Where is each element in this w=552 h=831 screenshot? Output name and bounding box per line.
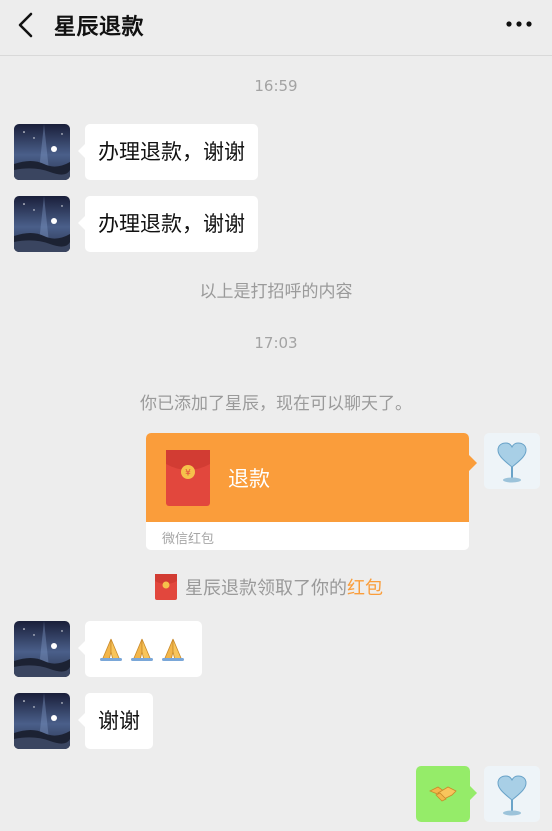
avatar[interactable] [14,693,70,749]
starry-desert-avatar [14,621,70,677]
message-bubble[interactable]: 办理退款，谢谢 [78,196,258,252]
my-emoji-message-bubble[interactable] [416,766,477,822]
red-packet-claim-note: 星辰退款领取了你的红包 [0,572,552,600]
message-bubble[interactable]: 谢谢 [78,693,153,749]
more-dots-icon [506,21,532,27]
avatar[interactable] [14,196,70,252]
claim-text: 星辰退款领取了你的红包 [185,574,383,600]
starry-desert-avatar [14,693,70,749]
pray-hands-emoji [100,638,122,661]
message-bubble[interactable]: 办理退款，谢谢 [78,124,258,180]
my-avatar[interactable] [484,766,540,822]
red-packet-icon [155,574,177,600]
red-packet-card[interactable]: ¥ 退款 微信红包 [146,433,477,550]
red-packet-body: ¥ 退款 [146,433,477,522]
handshake-emoji [429,786,457,802]
avatar[interactable] [14,124,70,180]
red-packet-title: 退款 [228,467,270,491]
timestamp: 17:03 [254,334,298,352]
system-note: 以上是打招呼的内容 [199,282,353,302]
chat-header: 星辰退款 [0,0,552,56]
starry-desert-avatar [14,124,70,180]
claim-prefix: 星辰退款领取了你的 [185,578,347,599]
pray-hands-emoji [162,638,184,661]
my-avatar[interactable] [484,433,540,489]
system-note: 你已添加了星辰，现在可以聊天了。 [140,394,412,414]
red-packet-link[interactable]: 红包 [347,578,383,599]
red-packet-label: 微信红包 [162,532,215,547]
svg-text:¥: ¥ [185,469,191,479]
back-button[interactable] [12,10,42,40]
avatar[interactable] [14,621,70,677]
more-button[interactable] [504,14,534,34]
chevron-left-icon [18,12,33,38]
pray-hands-emoji [131,638,153,661]
red-packet-footer: 微信红包 [146,522,469,550]
red-packet-icon: ¥ [166,450,210,506]
heart-glass-avatar [484,433,540,489]
timestamp: 16:59 [254,77,298,95]
starry-desert-avatar [14,196,70,252]
emoji-message-bubble[interactable] [78,621,202,677]
chat-title: 星辰退款 [54,15,145,40]
heart-glass-avatar [484,766,540,822]
